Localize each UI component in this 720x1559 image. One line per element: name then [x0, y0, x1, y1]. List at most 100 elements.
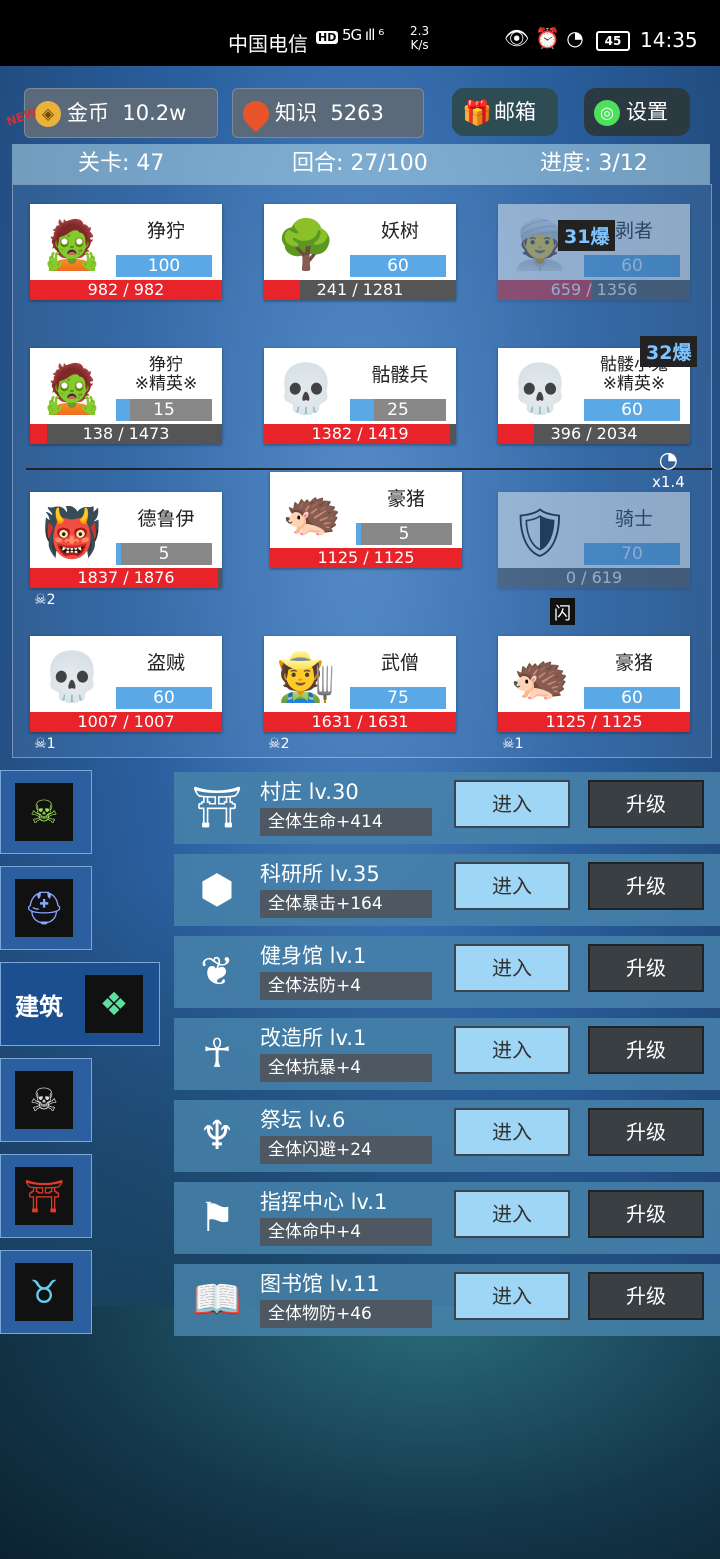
- round-label: 回合: 27/100: [292, 151, 428, 176]
- building-stat: 全体命中+4: [260, 1218, 432, 1246]
- porcupine-icon: 🦔: [282, 484, 342, 541]
- skull-icon: ☠: [34, 592, 47, 608]
- flame-drop-icon: [237, 95, 275, 133]
- background-decoration: [0, 1306, 720, 1559]
- ally-unit-card[interactable]: 🛡 骑士 70 0 / 619: [498, 492, 690, 588]
- enter-button[interactable]: 进入: [454, 1026, 570, 1074]
- ally-unit-card[interactable]: 🦔 豪猪 60 1125 / 1125: [498, 636, 690, 732]
- research-cube-icon: ⬢: [199, 867, 235, 913]
- clock: 14:35: [640, 28, 698, 52]
- skull-imp-icon: 💀: [510, 360, 570, 417]
- ally-unit-card[interactable]: 🦔 豪猪 5 1125 / 1125: [270, 472, 462, 568]
- net-speed: 2.3 K/s: [410, 24, 430, 52]
- building-stat: 全体生命+414: [260, 808, 432, 836]
- unit-hp-bar: 241 / 1281: [264, 280, 456, 300]
- unit-name: 豪猪: [386, 488, 425, 510]
- upgrade-button[interactable]: 升级: [588, 1190, 704, 1238]
- unit-name: 骑士: [614, 508, 653, 530]
- upgrade-button[interactable]: 升级: [588, 944, 704, 992]
- building-stat: 全体抗暴+4: [260, 1054, 432, 1082]
- enemy-unit-card[interactable]: 👳 剥者 60 659 / 1356: [498, 204, 690, 300]
- enter-button[interactable]: 进入: [454, 944, 570, 992]
- druid-icon: 👹: [42, 504, 102, 561]
- death-count: ☠1: [502, 736, 524, 752]
- building-row: 📖 图书馆 lv.11 全体物防+46 进入 升级: [174, 1264, 720, 1336]
- gift-icon: 🎁: [462, 99, 492, 127]
- unit-level-bar: 60: [350, 255, 446, 277]
- library-book-icon: 📖: [192, 1277, 242, 1323]
- enter-button[interactable]: 进入: [454, 780, 570, 828]
- gold-counter[interactable]: ◈ 金币 10.2w: [24, 88, 218, 138]
- unit-hp-bar: 1837 / 1876: [30, 568, 222, 588]
- red-gate-icon: ⛩: [15, 1167, 73, 1225]
- upgrade-button[interactable]: 升级: [588, 1108, 704, 1156]
- carrier-name: 中国电信: [228, 32, 308, 56]
- hp-fill: [264, 280, 301, 300]
- unit-level-bar: 25: [350, 399, 446, 421]
- status-icons: 👁⏰◔: [504, 26, 590, 50]
- building-stat: 全体物防+46: [260, 1300, 432, 1328]
- tab-temple[interactable]: ⛩: [0, 1154, 92, 1238]
- upgrade-button[interactable]: 升级: [588, 780, 704, 828]
- gold-value: 10.2w: [122, 101, 187, 125]
- status-bar: 中国电信 HD 5G ıll ⁶ 2.3 K/s 👁⏰◔ 45 14:35: [0, 0, 720, 66]
- upgrade-button[interactable]: 升级: [588, 1026, 704, 1074]
- building-stat: 全体闪避+24: [260, 1136, 432, 1164]
- knowledge-counter[interactable]: 知识 5263: [232, 88, 424, 138]
- level-fill: [356, 523, 361, 545]
- building-name: 健身馆 lv.1: [260, 944, 367, 968]
- building-name: 图书馆 lv.11: [260, 1272, 380, 1296]
- unit-hp-bar: 396 / 2034: [498, 424, 690, 444]
- building-name: 改造所 lv.1: [260, 1026, 367, 1050]
- speed-indicator[interactable]: ◔ x1.4: [652, 448, 685, 491]
- enter-button[interactable]: 进入: [454, 1190, 570, 1238]
- enemy-unit-card[interactable]: 💀 骷髅兵 25 1382 / 1419: [264, 348, 456, 444]
- unit-level-bar: 70: [584, 543, 680, 565]
- tab-buildings[interactable]: 建筑 ❖: [0, 962, 160, 1046]
- reaper-icon: 💀: [42, 648, 102, 705]
- building-name: 祭坛 lv.6: [260, 1108, 346, 1132]
- tab-equipment[interactable]: ⛑: [0, 866, 92, 950]
- battery-icon: 45: [596, 31, 630, 51]
- upgrade-button[interactable]: 升级: [588, 1272, 704, 1320]
- ally-unit-card[interactable]: 🧑‍🌾 武僧 75 1631 / 1631: [264, 636, 456, 732]
- enemy-unit-card[interactable]: 🌳 妖树 60 241 / 1281: [264, 204, 456, 300]
- building-row: ⬢ 科研所 lv.35 全体暴击+164 进入 升级: [174, 854, 720, 926]
- unit-level-bar: 15: [116, 399, 212, 421]
- ally-unit-card[interactable]: 💀 盗贼 60 1007 / 1007: [30, 636, 222, 732]
- knight-icon: 🛡: [509, 504, 571, 561]
- enemy-unit-card[interactable]: 🧟 狰狞 100 982 / 982: [30, 204, 222, 300]
- enemy-unit-card[interactable]: 🧟 狰狞 ※精英※ 15 138 / 1473: [30, 348, 222, 444]
- unit-level-bar: 60: [116, 687, 212, 709]
- tab-heroes[interactable]: ☠: [0, 770, 92, 854]
- skeleton-soldier-icon: 💀: [276, 360, 336, 417]
- upgrade-button[interactable]: 升级: [588, 862, 704, 910]
- porcupine-icon: 🦔: [510, 648, 570, 705]
- settings-button[interactable]: ◎ 设置: [584, 88, 690, 136]
- battle-divider: [26, 468, 712, 470]
- mailbox-button[interactable]: 🎁 邮箱: [452, 88, 558, 136]
- unit-level-bar: 75: [350, 687, 446, 709]
- unit-name: 狰狞 ※精英※: [134, 355, 198, 394]
- zombie-elite-icon: 🧟: [42, 360, 102, 417]
- unit-hp-bar: 1125 / 1125: [498, 712, 690, 732]
- enter-button[interactable]: 进入: [454, 1272, 570, 1320]
- ally-unit-card[interactable]: 👹 德鲁伊 5 1837 / 1876: [30, 492, 222, 588]
- gold-coin-icon: ◈: [35, 101, 61, 127]
- enter-button[interactable]: 进入: [454, 862, 570, 910]
- enter-button[interactable]: 进入: [454, 1108, 570, 1156]
- death-count: ☠2: [34, 592, 56, 608]
- unit-level-bar: 60: [584, 687, 680, 709]
- unit-name: 德鲁伊: [137, 508, 195, 530]
- crit-tag: 32爆: [640, 336, 698, 367]
- shield-rune-icon: ❖: [85, 975, 143, 1033]
- skull-icon: ☠: [34, 736, 47, 752]
- tab-wanted[interactable]: ☠: [0, 1058, 92, 1142]
- death-count: ☠1: [34, 736, 56, 752]
- building-row: ☥ 改造所 lv.1 全体抗暴+4 进入 升级: [174, 1018, 720, 1090]
- unit-name: 盗贼: [146, 652, 185, 674]
- building-row: ♆ 祭坛 lv.6 全体闪避+24 进入 升级: [174, 1100, 720, 1172]
- skull-poster-icon: ☠: [15, 1071, 73, 1129]
- unit-level-bar: 60: [584, 399, 680, 421]
- tab-amulet[interactable]: ♉: [0, 1250, 92, 1334]
